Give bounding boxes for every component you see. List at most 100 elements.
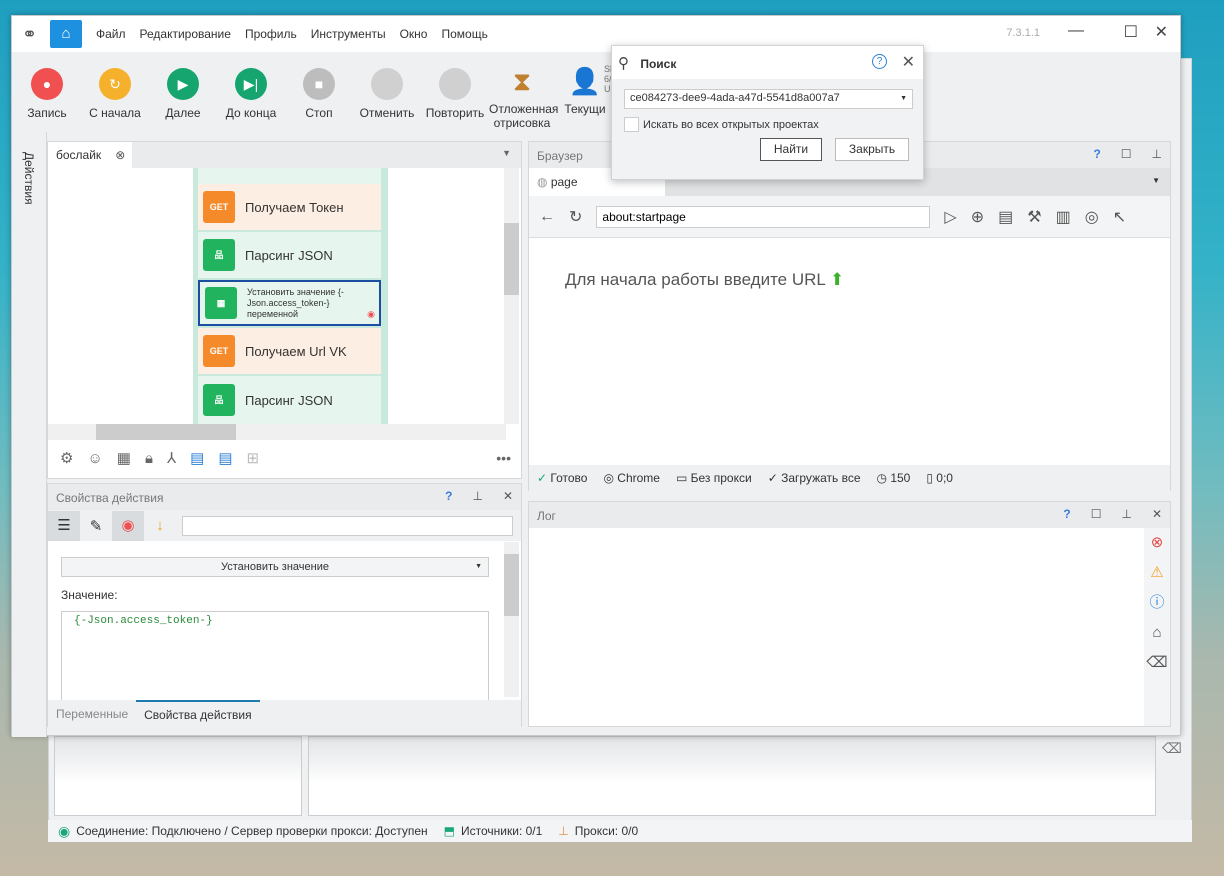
help-icon[interactable]: ? [1093, 147, 1100, 161]
panel-title: Браузер [537, 149, 583, 163]
close-icon[interactable]: ✕ [902, 52, 915, 72]
info-filter-icon[interactable]: ⓘ [1144, 588, 1170, 618]
undo-button[interactable]: Отменить [353, 52, 421, 132]
profile-icon[interactable]: ☺ [87, 450, 102, 467]
help-icon[interactable]: ? [872, 54, 887, 69]
tabs-dropdown-icon[interactable]: ▼ [502, 148, 511, 158]
action-type-select[interactable]: Установить значение ▼ [61, 557, 489, 577]
load-setting[interactable]: ✓ Загружать все [768, 471, 861, 485]
pin-icon[interactable]: ⊥ [1152, 147, 1162, 161]
tabs-dropdown-icon[interactable]: ▼ [1152, 176, 1160, 185]
next-button[interactable]: ▶ Далее [149, 52, 217, 132]
menu-help[interactable]: Помощь [441, 27, 487, 41]
menu-edit[interactable]: Редактирование [140, 27, 231, 41]
arrow-down-icon[interactable]: ↓ [144, 517, 176, 534]
action-node[interactable]: 品 Парсинг JSON [198, 376, 381, 424]
more-icon[interactable]: ••• [496, 450, 511, 466]
restart-button[interactable]: ↻ С начала [81, 52, 149, 132]
run-to-end-button[interactable]: ▶| До конца [217, 52, 285, 132]
close-button[interactable]: Закрыть [835, 138, 909, 161]
record-button[interactable]: ● Запись [13, 52, 81, 132]
grid-icon[interactable]: ▦ [117, 449, 131, 467]
sources-status[interactable]: Источники: 0/1 [461, 824, 542, 838]
redo-button[interactable]: Повторить [421, 52, 489, 132]
sidebar-actions-label[interactable]: Действия [22, 152, 36, 205]
action-node[interactable]: 品 Парсинг JSON [198, 232, 381, 278]
checkbox-label[interactable]: Искать во всех открытых проектах [643, 119, 819, 131]
pin-icon[interactable]: ⊥ [472, 489, 482, 503]
action-node[interactable]: GET Получаем Url VK [198, 328, 381, 374]
find-button[interactable]: Найти [760, 138, 822, 161]
horizontal-scrollbar[interactable] [48, 424, 506, 440]
home-button[interactable]: ⌂ [50, 20, 82, 48]
tab-action-properties[interactable]: Свойства действия [136, 700, 260, 728]
vertical-scrollbar[interactable] [504, 168, 519, 424]
maximize-button[interactable]: ☐ [1124, 22, 1138, 42]
browser-status-bar: ✓ Готово ◎ Chrome ▭ Без прокси ✓ Загружа… [529, 465, 1170, 491]
url-input[interactable] [596, 205, 931, 228]
search-input[interactable]: ce084273-dee9-4ada-a47d-5541d8a007a7 ▼ [624, 89, 913, 109]
tools-icon[interactable]: ⚒ [1027, 207, 1041, 227]
action-node-selected[interactable]: ▦ Установить значение {-Json.access_token… [198, 280, 381, 326]
page-source-icon[interactable]: ▤ [998, 207, 1013, 227]
deferred-render-button[interactable]: ⧗ Отложенная отрисовка [489, 52, 558, 132]
menu-profile[interactable]: Профиль [245, 27, 297, 41]
stop-button[interactable]: ■ Стоп [285, 52, 353, 132]
search-title: Поиск [640, 57, 677, 71]
go-icon[interactable]: ▷ [944, 207, 956, 227]
close-window-button[interactable]: ✕ [1155, 22, 1168, 42]
proxy-setting[interactable]: ▭ Без прокси [676, 471, 752, 485]
minimize-button[interactable]: — [1068, 22, 1084, 40]
reload-icon[interactable]: ↻ [569, 207, 582, 227]
clear-log-icon[interactable]: ⌫ [1144, 648, 1170, 678]
play-icon: ▶ [167, 68, 199, 100]
pin-icon[interactable]: ⊥ [1121, 507, 1131, 521]
properties-tabs: Переменные Свойства действия [48, 700, 521, 728]
warning-filter-icon[interactable]: ⚠ [1144, 558, 1170, 588]
maximize-icon[interactable]: ☐ [1121, 147, 1132, 161]
search-all-projects-checkbox[interactable] [624, 117, 639, 132]
close-icon[interactable]: ✕ [503, 489, 513, 503]
value-editor[interactable]: {-Json.access_token-} [61, 611, 489, 701]
cursor-icon[interactable]: ↖ [1113, 207, 1126, 227]
help-icon[interactable]: ? [445, 489, 452, 503]
list-icon[interactable]: ▤ [190, 449, 204, 467]
properties-icon[interactable]: ☰ [48, 510, 80, 541]
sources-icon: ⬒ [443, 824, 456, 838]
help-icon[interactable]: ? [1063, 507, 1070, 521]
project-panel: бослайк ⊗ ▼ GET Получаем Токен 品 Парсинг JS… [47, 141, 522, 479]
settings-icon[interactable]: ⚙ [60, 449, 73, 467]
lock-icon[interactable]: 🔒︎ [145, 450, 153, 467]
action-node[interactable]: GET Получаем Токен [198, 184, 381, 230]
actions-sidebar[interactable]: Действия [12, 132, 47, 737]
tab-variables[interactable]: Переменные [48, 707, 136, 721]
breakpoint-toggle-icon[interactable]: ◉ [112, 510, 144, 541]
vertical-scrollbar[interactable] [504, 542, 519, 697]
connection-icon: ◉ [58, 822, 71, 839]
cookies-icon[interactable]: ◎ [1085, 207, 1099, 227]
tag-icon[interactable]: ⌂ [1144, 618, 1170, 648]
menu-window[interactable]: Окно [400, 27, 428, 41]
add-icon[interactable]: ⊕ [971, 207, 984, 227]
tree-icon[interactable]: ⅄ [167, 449, 176, 467]
browser-engine[interactable]: ◎ Chrome [603, 471, 660, 485]
close-icon[interactable]: ✕ [1152, 507, 1162, 521]
menu-file[interactable]: Файл [96, 27, 126, 41]
proxies-status[interactable]: Прокси: 0/0 [575, 824, 638, 838]
close-tab-icon[interactable]: ⊗ [115, 148, 125, 162]
add-frame-icon[interactable]: ⊞ [247, 449, 260, 467]
redo-icon [439, 68, 471, 100]
list-icon[interactable]: ▤ [218, 449, 232, 467]
clear-icon[interactable]: ⌫ [1162, 740, 1182, 757]
properties-filter-input[interactable] [182, 515, 513, 536]
back-icon[interactable]: ← [539, 208, 555, 226]
cache-icon[interactable]: ▥ [1056, 207, 1071, 227]
project-tab[interactable]: бослайк ⊗ [48, 142, 132, 168]
edit-notes-icon[interactable]: ✎ [80, 517, 112, 535]
current-profile-button[interactable]: 👤Текущи Sh6/US [555, 52, 616, 132]
maximize-icon[interactable]: ☐ [1091, 507, 1102, 521]
menu-tools[interactable]: Инструменты [311, 27, 386, 41]
error-filter-icon[interactable]: ⊗ [1144, 528, 1170, 558]
timeout-setting[interactable]: ◷ 150 [877, 471, 911, 485]
search-icon: ⚲ [618, 55, 629, 72]
